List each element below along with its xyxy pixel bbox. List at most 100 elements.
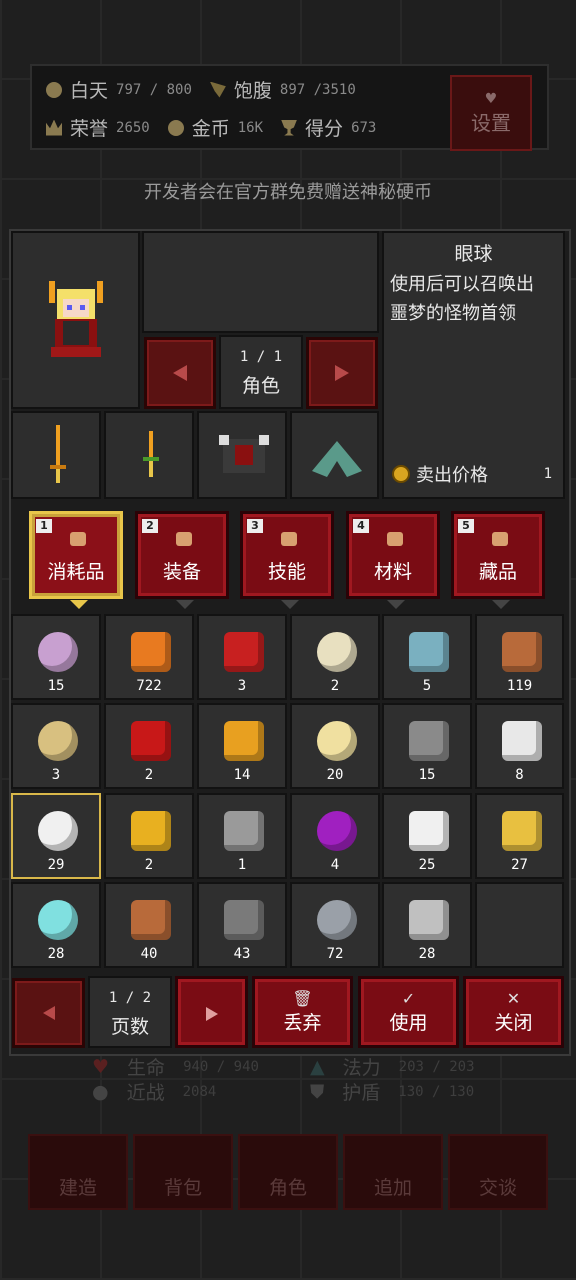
food-icon: [209, 81, 226, 98]
cherry-icon: [224, 632, 264, 672]
item-slot[interactable]: 43: [197, 882, 287, 968]
jar-icon: [317, 721, 357, 761]
hp-label: 生命: [127, 1057, 166, 1079]
nav-button-4[interactable]: 追加: [343, 1134, 443, 1210]
nav-button-5[interactable]: 交谈: [448, 1134, 548, 1210]
item-slot[interactable]: 14: [197, 703, 287, 789]
nav-button-1[interactable]: 建造: [28, 1134, 128, 1210]
item-slot[interactable]: 2: [104, 793, 194, 879]
item-slot[interactable]: 5: [382, 614, 472, 700]
turnip-icon: [38, 632, 78, 672]
item-slot[interactable]: 1: [197, 793, 287, 879]
item-desc-line-2: 噩梦的怪物首领: [390, 303, 516, 324]
sell-price-value: 1: [543, 466, 552, 482]
cloth-roll-icon: [409, 721, 449, 761]
character-page-label: 角色: [241, 375, 280, 397]
tab-icon: [281, 532, 297, 546]
tab-4[interactable]: 4 材料: [346, 511, 440, 609]
item-slot[interactable]: 28: [382, 882, 472, 968]
right-arrow-icon: [335, 365, 349, 381]
item-slot[interactable]: 722: [104, 614, 194, 700]
close-button[interactable]: ✕ 关闭: [463, 976, 564, 1048]
equip-slot-cloak[interactable]: [290, 411, 379, 499]
shield-label: 护盾: [342, 1082, 381, 1104]
item-slot[interactable]: 4: [290, 793, 380, 879]
equip-slot-offhand[interactable]: [104, 411, 194, 499]
right-arrow-icon: [206, 1007, 218, 1021]
shield-icon: ⛊: [310, 1080, 325, 1103]
gold-label: 金币: [191, 118, 230, 140]
tab-2[interactable]: 2 装备: [135, 511, 229, 609]
day-value: 797 / 800: [116, 81, 192, 98]
fish-icon: [409, 632, 449, 672]
gold-value: 16K: [237, 119, 264, 136]
character-portrait[interactable]: [11, 231, 140, 409]
tab-pointer-icon: [70, 600, 88, 609]
tab-label: 材料: [373, 561, 412, 583]
item-count: 25: [418, 857, 436, 873]
item-slot[interactable]: 15: [382, 703, 472, 789]
hud-row-1: 白天 797 / 800 饱腹 897 /3510: [46, 76, 366, 103]
item-slot[interactable]: 25: [382, 793, 472, 879]
item-slot[interactable]: 2: [290, 614, 380, 700]
item-slot[interactable]: 3: [11, 703, 101, 789]
honor-label: 荣誉: [70, 118, 109, 140]
tab-3[interactable]: 3 技能: [240, 511, 334, 609]
settings-button[interactable]: ♥ 设置: [450, 75, 532, 151]
item-count: 3: [51, 767, 61, 783]
item-slot[interactable]: 119: [475, 614, 564, 700]
tab-pointer-icon: [492, 600, 510, 609]
eyeball-icon: [38, 811, 78, 851]
nav-button-2[interactable]: 背包: [133, 1134, 233, 1210]
item-count: 2: [330, 678, 340, 694]
mp-value: 203 / 203: [398, 1058, 475, 1075]
equip-slot-armor[interactable]: [197, 411, 287, 499]
equip-slot-weapon[interactable]: [11, 411, 101, 499]
nav-label: 交谈: [478, 1177, 517, 1199]
item-count: 1: [237, 857, 247, 873]
character-next-button[interactable]: [306, 337, 378, 409]
nav-label: 追加: [373, 1177, 412, 1199]
armor-icon: [219, 435, 269, 473]
item-count: 8: [515, 767, 524, 783]
sell-price-row: 卖出价格 1: [392, 461, 552, 487]
tab-pointer-icon: [281, 600, 299, 609]
shield-value: 130 / 130: [398, 1083, 475, 1100]
item-slot[interactable]: 2: [104, 703, 194, 789]
item-count: 28: [47, 946, 65, 962]
item-slot[interactable]: 27: [475, 793, 564, 879]
hotkey-badge: 1: [36, 519, 52, 533]
score-value: 673: [351, 119, 377, 136]
close-icon: ✕: [506, 989, 521, 1008]
item-count: 722: [136, 678, 162, 694]
discard-button[interactable]: 🗑 丢弃: [252, 976, 353, 1048]
tab-label: 消耗品: [47, 561, 105, 583]
character-prev-button[interactable]: [144, 337, 216, 409]
page-next-button[interactable]: [175, 976, 248, 1048]
use-button[interactable]: ✓ 使用: [358, 976, 459, 1048]
item-slot[interactable]: 20: [290, 703, 380, 789]
tab-5[interactable]: 5 藏品: [451, 511, 545, 609]
empty-item-slot[interactable]: [475, 882, 564, 968]
item-slot[interactable]: 28: [11, 882, 101, 968]
character-page-value: 1 / 1: [239, 349, 283, 365]
tab-label: 藏品: [478, 561, 517, 583]
nav-button-3[interactable]: 角色: [238, 1134, 338, 1210]
coin-icon: [392, 465, 410, 483]
hp-value: 940 / 940: [183, 1058, 259, 1075]
item-slot[interactable]: 15: [11, 614, 101, 700]
item-count: 43: [233, 946, 251, 962]
coin-icon: [167, 119, 184, 136]
item-count: 15: [47, 678, 65, 694]
nav-label: 建造: [58, 1177, 97, 1199]
item-slot[interactable]: 72: [290, 882, 380, 968]
item-count: 4: [330, 857, 340, 873]
item-slot[interactable]: 8: [475, 703, 564, 789]
item-slot[interactable]: 29: [11, 793, 101, 879]
item-count: 72: [326, 946, 344, 962]
item-slot[interactable]: 40: [104, 882, 194, 968]
red-potion-icon: [131, 721, 171, 761]
item-slot[interactable]: 3: [197, 614, 287, 700]
tab-1[interactable]: 1 消耗品: [29, 511, 123, 609]
page-prev-button[interactable]: [12, 978, 85, 1048]
